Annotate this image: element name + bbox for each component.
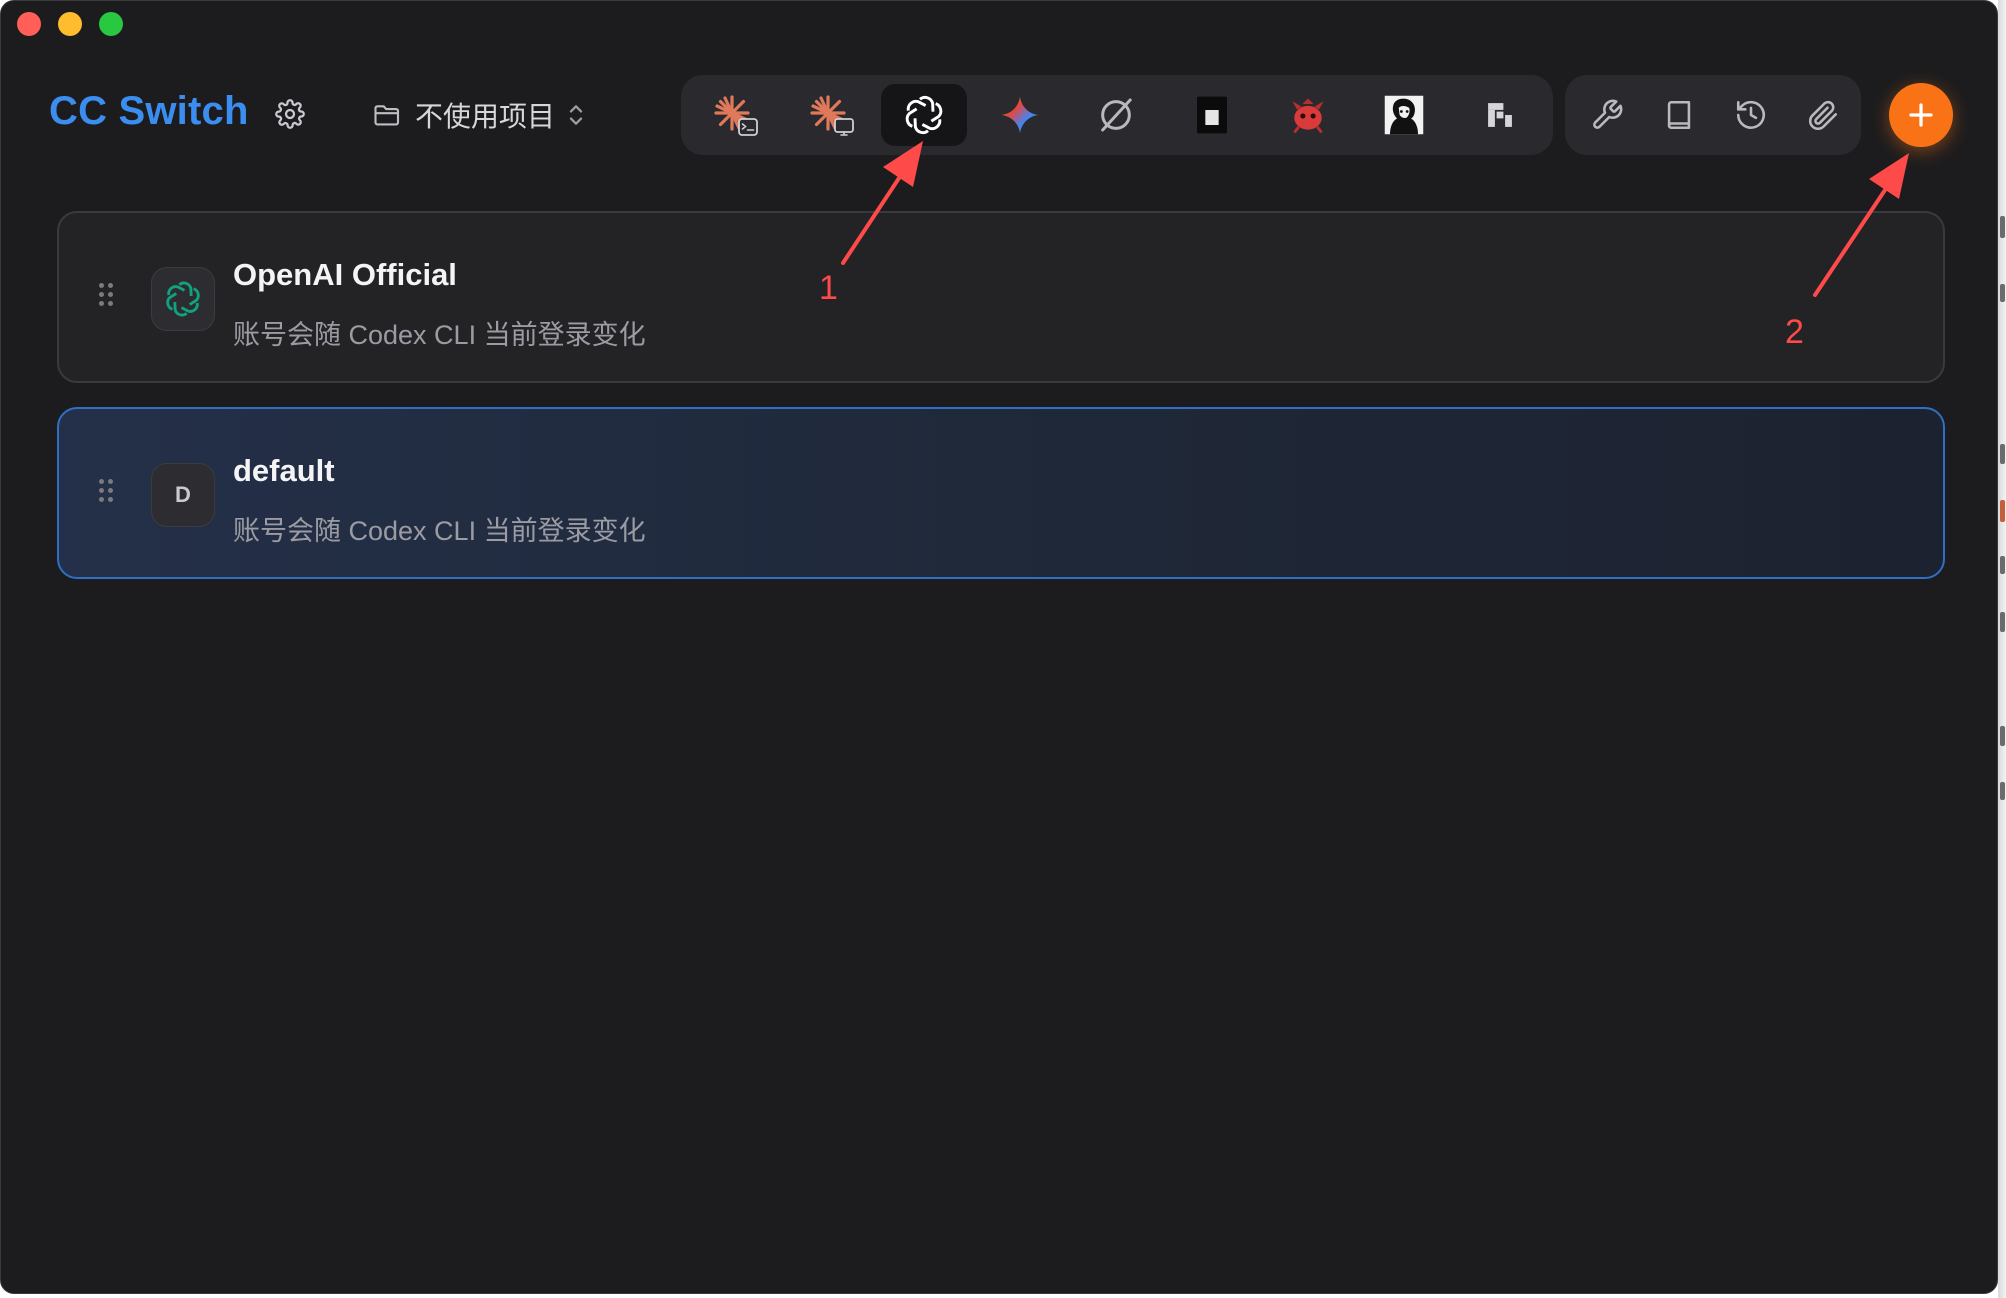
edge-mark [2000,612,2005,632]
edge-mark [2000,782,2005,800]
provider-card-default[interactable]: D default 账号会随 Codex CLI 当前登录变化 [57,407,1945,579]
attachments-button[interactable] [1801,93,1845,137]
gear-icon [275,99,305,129]
prompts-button[interactable] [1657,93,1701,137]
project-selector-label: 不使用项目 [415,101,556,132]
app-claude-desktop-button[interactable] [789,84,875,146]
annotation-layer [841,141,1909,297]
portrait-icon [1384,95,1424,135]
window-controls [17,12,123,36]
gemini-sparkle-icon [1001,96,1039,134]
plus-icon [1909,103,1933,127]
annotation-label-1: 1 [819,269,838,307]
slashed-circle-icon [1101,98,1132,132]
edge-mark [2000,556,2005,574]
app-window: CC Switch 不使用项目 OpenAI Official 账号会随 Cod… [0,0,1998,1294]
background-window-edge [1998,0,2006,1298]
app-claude-code-button[interactable] [693,84,779,146]
drag-handle-icon[interactable] [99,283,115,311]
app-red-bot-button[interactable] [1265,84,1351,146]
app-switcher-toolbar [681,75,1553,155]
app-portrait-button[interactable] [1361,84,1447,146]
edge-mark [2000,500,2005,522]
edge-mark [2000,726,2005,746]
paperclip-icon [1808,100,1838,131]
app-title: CC Switch [49,89,249,133]
provider-avatar: D [151,463,215,527]
provider-description: 账号会随 Codex CLI 当前登录变化 [233,516,646,546]
app-openai-codex-button[interactable] [881,84,967,146]
folder-icon [374,105,400,126]
provider-name: OpenAI Official [233,257,457,292]
openai-icon [905,95,943,135]
history-icon [1736,100,1765,129]
wrench-icon [1593,99,1623,129]
app-pixel-button[interactable] [1457,84,1543,146]
edge-mark [2000,284,2005,302]
claude-desktop-icon [810,95,854,136]
book-icon [1667,100,1691,130]
tools-button[interactable] [1585,93,1629,137]
drag-handle-icon[interactable] [99,479,115,507]
claude-terminal-icon [714,95,758,136]
add-provider-button[interactable] [1889,83,1953,147]
provider-avatar [151,267,215,331]
app-terminal-button[interactable] [1169,84,1255,146]
provider-card-openai-official[interactable]: OpenAI Official 账号会随 Codex CLI 当前登录变化 [57,211,1945,383]
provider-name: default [233,453,335,488]
edge-mark [2000,444,2005,464]
close-window-button[interactable] [17,12,41,36]
minimize-window-button[interactable] [58,12,82,36]
settings-button[interactable] [273,97,307,131]
red-creature-icon [1292,98,1324,133]
dark-square-icon [1197,96,1227,134]
zoom-window-button[interactable] [99,12,123,36]
pixel-block-icon [1488,103,1512,127]
annotation-label-2: 2 [1785,313,1804,351]
project-selector[interactable]: 不使用项目 [373,93,585,137]
openai-icon [166,281,200,317]
app-gemini-button[interactable] [977,84,1063,146]
tools-toolbar [1565,75,1861,155]
app-opencode-button[interactable] [1073,84,1159,146]
provider-description: 账号会随 Codex CLI 当前登录变化 [233,320,646,350]
history-button[interactable] [1729,93,1773,137]
edge-mark [2000,216,2005,238]
chevron-updown-icon [569,105,583,125]
